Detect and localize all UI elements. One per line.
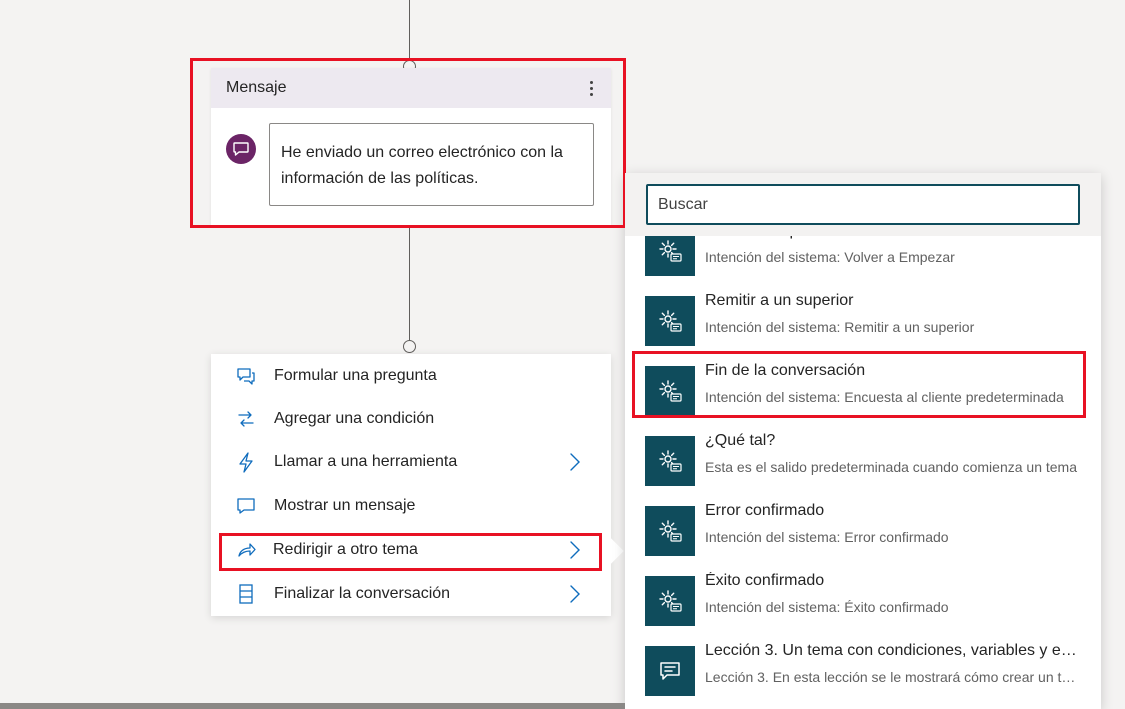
topic-item-greeting[interactable]: ¿Qué tal? Esta es el salido predetermina…: [625, 424, 1101, 494]
menu-item-end-conversation[interactable]: Finalizar la conversación: [211, 574, 611, 614]
chevron-right-icon: [569, 451, 583, 473]
connector-dot-add[interactable]: [403, 340, 416, 353]
menu-item-label: Llamar a una herramienta: [274, 453, 458, 470]
topic-picker-panel: Volver a empezar Intención del sistema: …: [625, 173, 1101, 709]
menu-item-show-message[interactable]: Mostrar un mensaje: [211, 486, 611, 526]
topic-description: Intención del sistema: Volver a Empezar: [705, 249, 955, 265]
system-topic-icon: [645, 296, 695, 346]
topic-title: Éxito confirmado: [705, 572, 825, 589]
system-topic-icon: [645, 506, 695, 556]
more-options-icon[interactable]: [581, 76, 601, 100]
add-node-menu: Formular una pregunta Agregar una condic…: [211, 354, 611, 616]
chevron-right-icon: [569, 583, 583, 605]
topic-item-lesson-3[interactable]: Lección 3. Un tema con condiciones, vari…: [625, 634, 1101, 704]
message-node-title: Mensaje: [226, 79, 287, 96]
system-topic-icon: [645, 576, 695, 626]
message-node-header: Mensaje: [211, 68, 611, 108]
topic-description: Lección 3. En esta lección se le mostrar…: [705, 669, 1080, 685]
menu-item-label: Finalizar la conversación: [274, 585, 451, 602]
chat-bubble-icon: [226, 134, 256, 164]
topic-title: Error confirmado: [705, 502, 825, 519]
connector-line-middle: [409, 225, 410, 341]
topic-item-end-of-conversation[interactable]: Fin de la conversación Intención del sis…: [625, 354, 1101, 424]
topic-search-area-mask: [625, 173, 1101, 236]
question-chat-icon: [235, 365, 257, 387]
topic-search-input[interactable]: [646, 184, 1080, 225]
message-node[interactable]: Mensaje He enviado un correo electrónico…: [211, 68, 611, 225]
menu-item-label: Formular una pregunta: [274, 367, 437, 384]
topic-description: Intención del sistema: Éxito confirmado: [705, 599, 949, 615]
message-topic-icon: [645, 646, 695, 696]
topic-item-error-confirmed[interactable]: Error confirmado Intención del sistema: …: [625, 494, 1101, 564]
menu-item-label: Redirigir a otro tema: [273, 541, 418, 558]
topic-item-success-confirmed[interactable]: Éxito confirmado Intención del sistema: …: [625, 564, 1101, 634]
topic-title: ¿Qué tal?: [705, 432, 776, 449]
topic-title: Remitir a un superior: [705, 292, 854, 309]
chevron-right-icon: [569, 539, 583, 561]
end-conversation-icon: [235, 583, 257, 605]
topic-description: Intención del sistema: Encuesta al clien…: [705, 389, 1064, 405]
menu-item-label: Agregar una condición: [274, 410, 435, 427]
menu-item-add-condition[interactable]: Agregar una condición: [211, 399, 611, 439]
branch-arrows-icon: [235, 408, 257, 430]
lightning-icon: [235, 451, 257, 473]
menu-item-ask-question[interactable]: Formular una pregunta: [211, 356, 611, 396]
menu-item-label: Mostrar un mensaje: [274, 497, 416, 514]
share-arrow-icon: [235, 539, 257, 561]
bottom-scrollbar[interactable]: [0, 703, 625, 709]
topic-title: Lección 3. Un tema con condiciones, vari…: [705, 642, 1080, 659]
message-text[interactable]: He enviado un correo electrónico con la …: [269, 123, 594, 206]
system-topic-icon: [645, 366, 695, 416]
topic-description: Intención del sistema: Remitir a un supe…: [705, 319, 975, 335]
menu-item-call-tool[interactable]: Llamar a una herramienta: [211, 442, 611, 482]
topic-description: Esta es el salido predeterminada cuando …: [705, 459, 1077, 475]
topic-item-escalate[interactable]: Remitir a un superior Intención del sist…: [625, 284, 1101, 354]
menu-item-redirect-topic[interactable]: Redirigir a otro tema: [211, 530, 611, 570]
topic-title: Fin de la conversación: [705, 362, 866, 379]
topic-description: Intención del sistema: Error confirmado: [705, 529, 949, 545]
message-icon: [235, 495, 257, 517]
system-topic-icon: [645, 436, 695, 486]
connector-line-top: [409, 0, 410, 61]
